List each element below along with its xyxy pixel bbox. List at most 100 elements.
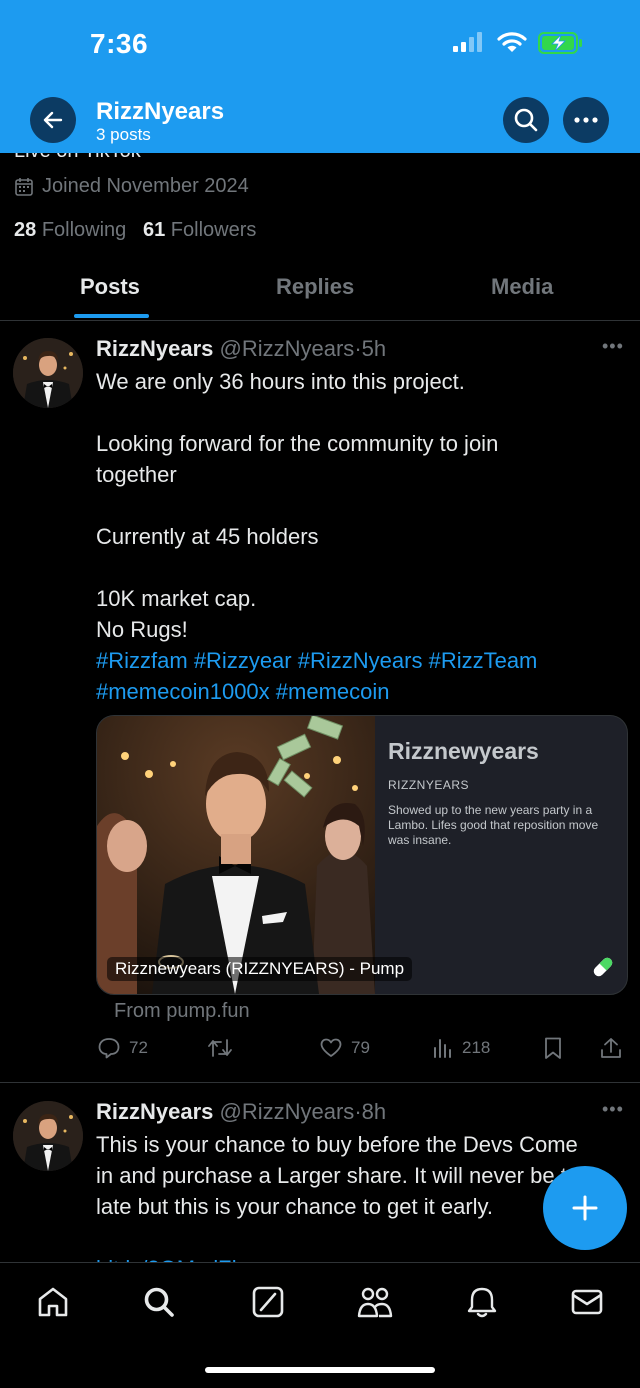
tab-replies[interactable]: Replies: [276, 274, 354, 300]
like-count: 79: [351, 1038, 370, 1057]
bookmark-icon: [545, 1037, 561, 1059]
post-more-icon[interactable]: •••: [602, 1099, 624, 1120]
post-actions: 72 79 218: [0, 1036, 640, 1066]
repost-icon: [208, 1039, 232, 1057]
following-count: 28: [14, 219, 37, 241]
header-post-count: 3 posts: [96, 125, 151, 144]
post-line: Looking forward for the community to joi…: [96, 431, 499, 456]
post-line: [96, 397, 537, 428]
post-handle[interactable]: @RizzNyears: [220, 1099, 355, 1124]
post-more-icon[interactable]: •••: [602, 336, 624, 357]
post-line: Currently at 45 holders: [96, 524, 319, 549]
post-line: [96, 490, 537, 521]
calendar-icon: [15, 177, 33, 196]
more-icon: [574, 117, 598, 123]
post-time: 8h: [361, 1099, 387, 1124]
reply-count: 72: [129, 1038, 148, 1057]
post-separator: ·: [354, 1099, 362, 1124]
post-line: in and purchase a Larger share. It will …: [96, 1163, 592, 1188]
card-image-caption: Rizznewyears (RIZZNYEARS) - Pump: [107, 957, 413, 981]
like-button[interactable]: 79: [319, 1036, 370, 1060]
post-body: This is your chance to buy before the De…: [96, 1129, 591, 1284]
back-arrow-icon: [43, 111, 63, 129]
nav-search[interactable]: [142, 1285, 176, 1319]
following-label: Following: [41, 219, 127, 241]
views-button[interactable]: 218: [432, 1036, 490, 1060]
following-link[interactable]: 28 Following: [14, 219, 126, 241]
wifi-icon: [497, 30, 527, 54]
tab-posts[interactable]: Posts: [80, 274, 140, 300]
post-divider: [0, 1082, 640, 1083]
tab-media[interactable]: Media: [491, 274, 553, 300]
card-symbol: RIZZNYEARS: [388, 778, 470, 792]
post-line: No Rugs!: [96, 617, 188, 642]
compose-button[interactable]: [543, 1166, 627, 1250]
nav-grok[interactable]: [251, 1285, 285, 1319]
reply-icon: [98, 1038, 120, 1059]
post-handle[interactable]: @RizzNyears: [220, 336, 355, 361]
post-line: together: [96, 462, 177, 487]
share-button[interactable]: [599, 1036, 623, 1060]
search-icon: [144, 1287, 174, 1317]
card-source[interactable]: From pump.fun: [114, 1000, 250, 1023]
header-title: RizzNyears: [96, 98, 225, 125]
messages-icon: [571, 1289, 603, 1315]
card-description: Showed up to the new years party in a La…: [388, 803, 599, 847]
repost-button[interactable]: [207, 1036, 241, 1060]
post-line: This is your chance to buy before the De…: [96, 1132, 578, 1157]
active-tab-indicator: [74, 314, 149, 318]
link-card[interactable]: Rizznewyears (RIZZNYEARS) - Pump Rizznew…: [96, 715, 628, 995]
post-author-name[interactable]: RizzNyears: [96, 1099, 213, 1124]
reply-button[interactable]: 72: [97, 1036, 148, 1060]
nav-messages[interactable]: [570, 1285, 604, 1319]
search-icon: [514, 108, 538, 132]
more-options-button[interactable]: [563, 97, 609, 143]
grok-icon: [252, 1286, 284, 1318]
bookmark-button[interactable]: [542, 1036, 564, 1060]
followers-count: 61: [142, 219, 166, 241]
post-line: We are only 36 hours into this project.: [96, 369, 465, 394]
card-image: [97, 716, 375, 994]
post-line: late but this is your chance to get it e…: [96, 1194, 494, 1219]
hashtag-link[interactable]: #Rizzyear: [194, 648, 292, 673]
followers-link[interactable]: 61 Followers: [143, 219, 256, 241]
post-separator: ·: [354, 336, 362, 361]
hashtag-line: #memecoin1000x #memecoin: [96, 676, 537, 707]
post-author-name[interactable]: RizzNyears: [96, 336, 213, 361]
avatar[interactable]: [13, 338, 83, 408]
joined-text: Joined November 2024: [42, 175, 249, 197]
views-icon: [434, 1039, 451, 1058]
post-time: 5h: [361, 336, 387, 361]
pill-icon: [590, 954, 616, 980]
home-icon: [38, 1287, 68, 1317]
cellular-signal-icon: [453, 32, 482, 52]
nav-notifications[interactable]: [465, 1285, 499, 1319]
communities-icon: [357, 1287, 393, 1318]
battery-charging-icon: [538, 31, 584, 55]
search-button[interactable]: [503, 97, 549, 143]
status-time: 7:36: [90, 28, 149, 59]
post-line: 10K market cap.: [96, 586, 257, 611]
heart-icon: [320, 1038, 342, 1057]
hashtag-link[interactable]: #RizzTeam: [429, 648, 538, 673]
views-count: 218: [462, 1038, 491, 1057]
back-button[interactable]: [30, 97, 76, 143]
share-icon: [601, 1038, 621, 1058]
post-line: [96, 552, 537, 583]
home-indicator[interactable]: [205, 1367, 435, 1373]
hashtag-link[interactable]: #RizzNyears: [298, 648, 423, 673]
profile-tabs: Posts Replies Media: [0, 262, 640, 321]
nav-communities[interactable]: [357, 1285, 393, 1319]
hashtag-link[interactable]: #memecoin: [276, 679, 390, 704]
post-header: RizzNyears @RizzNyears·5h: [96, 336, 386, 362]
card-title: Rizznewyears: [388, 738, 539, 764]
post-header: RizzNyears @RizzNyears·8h: [96, 1099, 386, 1125]
nav-home[interactable]: [36, 1285, 70, 1319]
followers-label: Followers: [170, 219, 257, 241]
avatar[interactable]: [13, 1101, 83, 1171]
post-body: We are only 36 hours into this project. …: [96, 366, 537, 707]
joined-date: Joined November 2024: [14, 175, 249, 198]
hashtag-link[interactable]: #Rizzfam: [96, 648, 188, 673]
hashtag-line: #Rizzfam #Rizzyear #RizzNyears #RizzTeam: [96, 645, 537, 676]
hashtag-link[interactable]: #memecoin1000x: [96, 679, 270, 704]
